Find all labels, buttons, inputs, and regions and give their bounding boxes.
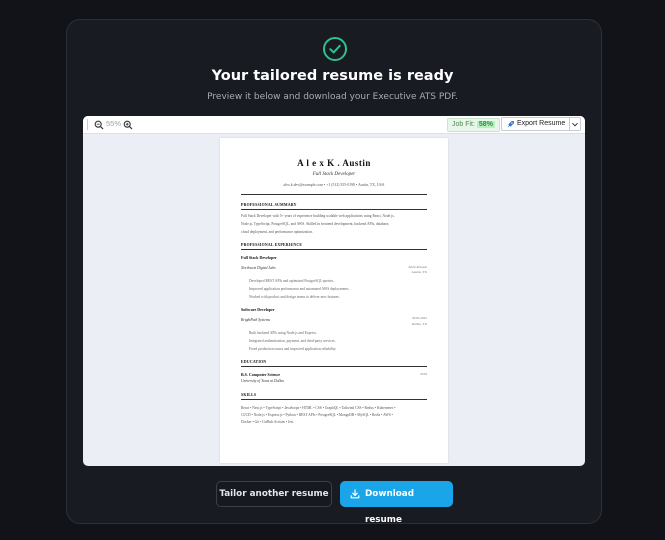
job-bullet: Developed REST APIs and optimized Postgr…: [249, 279, 334, 283]
skills-line: CI/CD • Node.js • Express.js • Python • …: [241, 413, 393, 417]
job-fit-value: 58%: [476, 121, 495, 128]
experience-heading: PROFESSIONAL EXPERIENCE: [241, 243, 303, 247]
job-dates: 2022-Present: [408, 265, 427, 269]
skills-heading: SKILLS: [241, 393, 257, 397]
job-company: BrightPath Systems: [241, 318, 270, 322]
export-resume-button[interactable]: Export Resume: [501, 117, 581, 131]
download-icon: [350, 489, 360, 499]
skills-line: React • Next.js • TypeScript • JavaScrip…: [241, 406, 396, 410]
page-subtitle: Preview it below and download your Execu…: [207, 92, 458, 102]
section-rule: [241, 366, 427, 367]
preview-toolbar: 55% Job Fit: 58% Export Resume: [83, 116, 585, 134]
page-title: Your tailored resume is ready: [211, 68, 454, 84]
summary-line: Full Stack Developer with 5+ years of ex…: [241, 214, 395, 218]
job-fit-label: Job Fit:: [452, 121, 475, 128]
download-resume-button[interactable]: Download resume: [340, 481, 453, 525]
job-bullet: Worked with product and design teams to …: [249, 295, 340, 299]
job-role: Software Developer: [241, 307, 275, 312]
job-location: Dallas, TX: [411, 322, 427, 326]
zoom-out-icon[interactable]: [94, 120, 104, 130]
tailor-another-button[interactable]: Tailor another resume: [216, 481, 332, 507]
resume-contact: alex.k.dev@example.com • +1 (512) 555-01…: [283, 183, 385, 187]
job-fit-badge: Job Fit: 58%: [447, 118, 500, 132]
degree: B.S. Computer Science: [241, 372, 281, 377]
job-bullet: Improved application performance and aut…: [249, 287, 350, 291]
export-divider: [569, 118, 570, 130]
check-circle-icon: [323, 37, 347, 61]
section-rule: [241, 209, 427, 210]
summary-line: Node.js, TypeScript, PostgreSQL, and AWS…: [241, 222, 390, 226]
job-company: Northwest Digital Labs: [241, 266, 276, 270]
summary-heading: PROFESSIONAL SUMMARY: [241, 203, 297, 207]
export-resume-label: Export Resume: [517, 120, 566, 127]
resume-title: Full Stack Developer: [312, 172, 356, 177]
chevron-down-icon[interactable]: [571, 121, 579, 128]
job-bullet: Fixed production issues and improved app…: [249, 347, 337, 351]
resume-name: A l e x K . Austin: [297, 158, 371, 168]
section-rule: [241, 249, 427, 250]
job-role: Full Stack Developer: [241, 255, 277, 260]
grad-year: 2019: [420, 372, 427, 376]
download-resume-label: Download resume: [365, 489, 415, 525]
job-bullet: Built backend APIs using Node.js and Exp…: [249, 331, 317, 335]
resume-page: A l e x K . Austin Full Stack Developer …: [220, 138, 448, 463]
resume-divider: [241, 194, 427, 195]
education-heading: EDUCATION: [241, 360, 267, 364]
zoom-in-icon[interactable]: [123, 120, 133, 130]
job-dates: 2019-2022: [411, 316, 427, 320]
section-rule: [241, 399, 427, 400]
job-location: Austin, TX: [411, 270, 427, 274]
zoom-level: 55%: [106, 119, 122, 128]
pdf-preview[interactable]: 55% Job Fit: 58% Export Resume A l e x K…: [83, 116, 585, 466]
summary-line: cloud deployment, and performance optimi…: [241, 230, 313, 234]
school: University of Texas at Dallas: [241, 379, 284, 383]
toolbar-divider: [87, 119, 88, 130]
job-bullet: Integrated authentication, payment, and …: [249, 339, 336, 343]
skills-line: Docker • Git • GitHub Actions • Jest: [241, 420, 294, 424]
rocket-icon: [507, 121, 514, 128]
